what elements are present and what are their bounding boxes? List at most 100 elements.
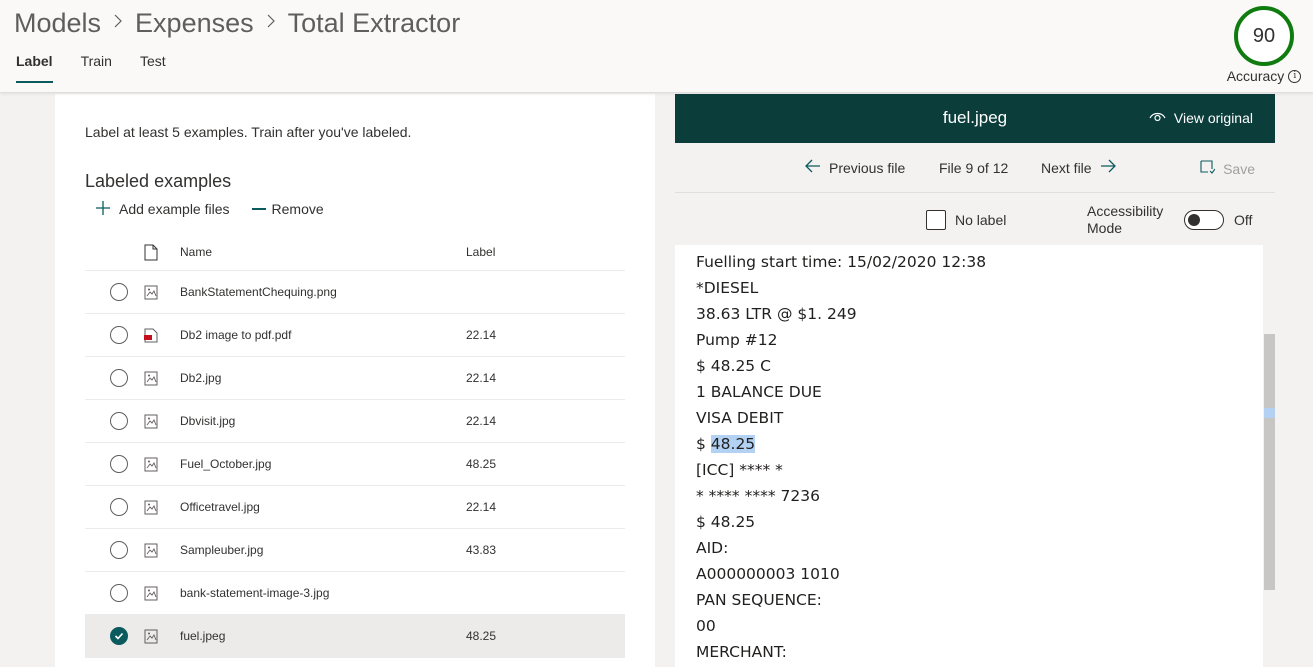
document-viewer: fuel.jpeg View original Previous file Fi… xyxy=(675,94,1275,667)
accuracy-score: 90 xyxy=(1234,6,1294,66)
arrow-right-icon xyxy=(1100,159,1117,176)
save-button[interactable]: Save xyxy=(1199,159,1255,178)
row-radio[interactable] xyxy=(109,541,128,559)
add-icon xyxy=(95,200,111,218)
row-file-name: Fuel_October.jpg xyxy=(180,457,272,471)
accessibility-mode-toggle[interactable]: Off xyxy=(1184,210,1252,230)
scrollbar-thumb[interactable] xyxy=(1264,334,1275,590)
file-type-icon xyxy=(144,244,180,261)
no-label-checkbox[interactable]: No label xyxy=(926,210,1006,230)
accuracy-label: Accuracy xyxy=(1226,68,1285,84)
row-file-name: BankStatementChequing.png xyxy=(180,285,337,299)
tab-label[interactable]: Label xyxy=(16,53,53,83)
row-label-value: 22.14 xyxy=(466,371,497,385)
image-file-icon xyxy=(144,586,180,601)
table-row[interactable]: fuel.jpeg 48.25 xyxy=(85,615,625,658)
row-file-name: Sampleuber.jpg xyxy=(180,543,264,557)
document-line: MERCHANT: xyxy=(696,643,787,661)
document-line: * **** **** 7236 xyxy=(696,487,820,505)
row-label-value: 48.25 xyxy=(466,629,497,643)
next-file-label: Next file xyxy=(1041,159,1092,176)
remove-icon xyxy=(251,208,266,210)
previous-file-button[interactable]: Previous file xyxy=(804,159,905,176)
checkbox-box xyxy=(926,210,946,230)
examples-table: Name Label BankStatementChequing.png Db2 … xyxy=(85,234,625,658)
row-file-name: Db2.jpg xyxy=(180,371,222,385)
document-line: $ 48.25 C xyxy=(696,357,771,375)
document-line: *DIESEL xyxy=(696,279,759,297)
row-radio[interactable] xyxy=(109,498,128,516)
row-file-name: Dbvisit.jpg xyxy=(180,414,236,428)
viewer-options: No label Accessibility Mode Off xyxy=(675,193,1275,244)
pdf-file-icon xyxy=(144,328,180,343)
document-text-area[interactable]: Fuelling start time: 15/02/2020 12:38 *DI… xyxy=(675,245,1263,667)
highlighted-value[interactable]: 48.25 xyxy=(710,435,756,453)
accessibility-mode-label: Accessibility Mode xyxy=(1087,203,1164,236)
scrollbar-highlight-marker xyxy=(1264,408,1275,418)
table-row[interactable]: bank-statement-image-3.jpg xyxy=(85,572,625,615)
save-label: Save xyxy=(1223,160,1255,177)
arrow-left-icon xyxy=(804,159,821,176)
breadcrumb-models[interactable]: Models xyxy=(14,8,101,39)
row-radio[interactable] xyxy=(109,326,128,344)
tab-train[interactable]: Train xyxy=(81,53,112,83)
row-label-value: 48.25 xyxy=(466,457,497,471)
row-radio[interactable] xyxy=(109,584,128,602)
document-line: Pump #12 xyxy=(696,331,778,349)
file-navigation: Previous file File 9 of 12 Next file Sav… xyxy=(675,143,1275,193)
add-example-files-button[interactable]: Add example files xyxy=(95,200,230,218)
row-radio[interactable] xyxy=(109,412,128,430)
remove-label: Remove xyxy=(271,201,324,217)
section-title: Labeled examples xyxy=(85,171,232,191)
save-icon xyxy=(1199,159,1216,178)
add-example-files-label: Add example files xyxy=(119,201,230,217)
image-file-icon xyxy=(144,629,180,644)
document-line: PAN SEQUENCE: xyxy=(696,591,822,609)
instruction-text: Label at least 5 examples. Train after y… xyxy=(85,124,412,140)
image-file-icon xyxy=(144,285,180,300)
document-line: 1 BALANCE DUE xyxy=(696,383,822,401)
labeled-examples-panel: Label at least 5 examples. Train after y… xyxy=(55,94,655,667)
table-row[interactable]: Db2.jpg 22.14 xyxy=(85,357,625,400)
eye-icon xyxy=(1149,110,1166,126)
document-line: 00 xyxy=(696,617,716,635)
document-line: $ 48.25 xyxy=(696,513,756,531)
next-file-button[interactable]: Next file xyxy=(1041,159,1117,176)
model-tabs: Label Train Test xyxy=(16,53,194,83)
column-header-label[interactable]: Label xyxy=(466,245,625,259)
remove-button[interactable]: Remove xyxy=(251,201,324,217)
info-icon[interactable]: i xyxy=(1288,69,1302,83)
breadcrumb-expenses[interactable]: Expenses xyxy=(135,8,254,39)
toggle-switch xyxy=(1184,210,1224,230)
document-line: VISA DEBIT xyxy=(696,409,784,427)
file-counter: File 9 of 12 xyxy=(939,160,1009,176)
previous-file-label: Previous file xyxy=(829,159,906,176)
table-row[interactable]: BankStatementChequing.png xyxy=(85,271,625,314)
image-file-icon xyxy=(144,457,180,472)
row-radio[interactable] xyxy=(109,455,128,473)
row-radio[interactable] xyxy=(109,627,128,645)
table-row[interactable]: Dbvisit.jpg 22.14 xyxy=(85,400,625,443)
table-row[interactable]: Sampleuber.jpg 43.83 xyxy=(85,529,625,572)
view-original-button[interactable]: View original xyxy=(1149,110,1253,126)
column-header-name[interactable]: Name xyxy=(180,245,466,259)
table-row[interactable]: Officetravel.jpg 22.14 xyxy=(85,486,625,529)
no-label-text: No label xyxy=(955,212,1007,228)
row-label-value: 22.14 xyxy=(466,414,497,428)
row-file-name: fuel.jpeg xyxy=(180,629,226,643)
document-line: $ 48.25 xyxy=(696,435,756,453)
document-line: Fuelling start time: 15/02/2020 12:38 xyxy=(696,253,987,271)
row-radio[interactable] xyxy=(109,369,128,387)
breadcrumb: Models Expenses Total Extractor xyxy=(14,8,460,39)
image-file-icon xyxy=(144,414,180,429)
table-header: Name Label xyxy=(85,234,625,271)
table-row[interactable]: Db2 image to pdf.pdf 22.14 xyxy=(85,314,625,357)
document-line: AID: xyxy=(696,539,729,557)
breadcrumb-total-extractor: Total Extractor xyxy=(287,8,461,38)
row-label-value: 22.14 xyxy=(466,500,497,514)
row-radio[interactable] xyxy=(109,283,128,301)
tab-test[interactable]: Test xyxy=(140,53,166,83)
row-file-name: Officetravel.jpg xyxy=(180,500,260,514)
table-row[interactable]: Fuel_October.jpg 48.25 xyxy=(85,443,625,486)
accuracy-indicator: 90 Accuracy i xyxy=(1222,6,1306,84)
